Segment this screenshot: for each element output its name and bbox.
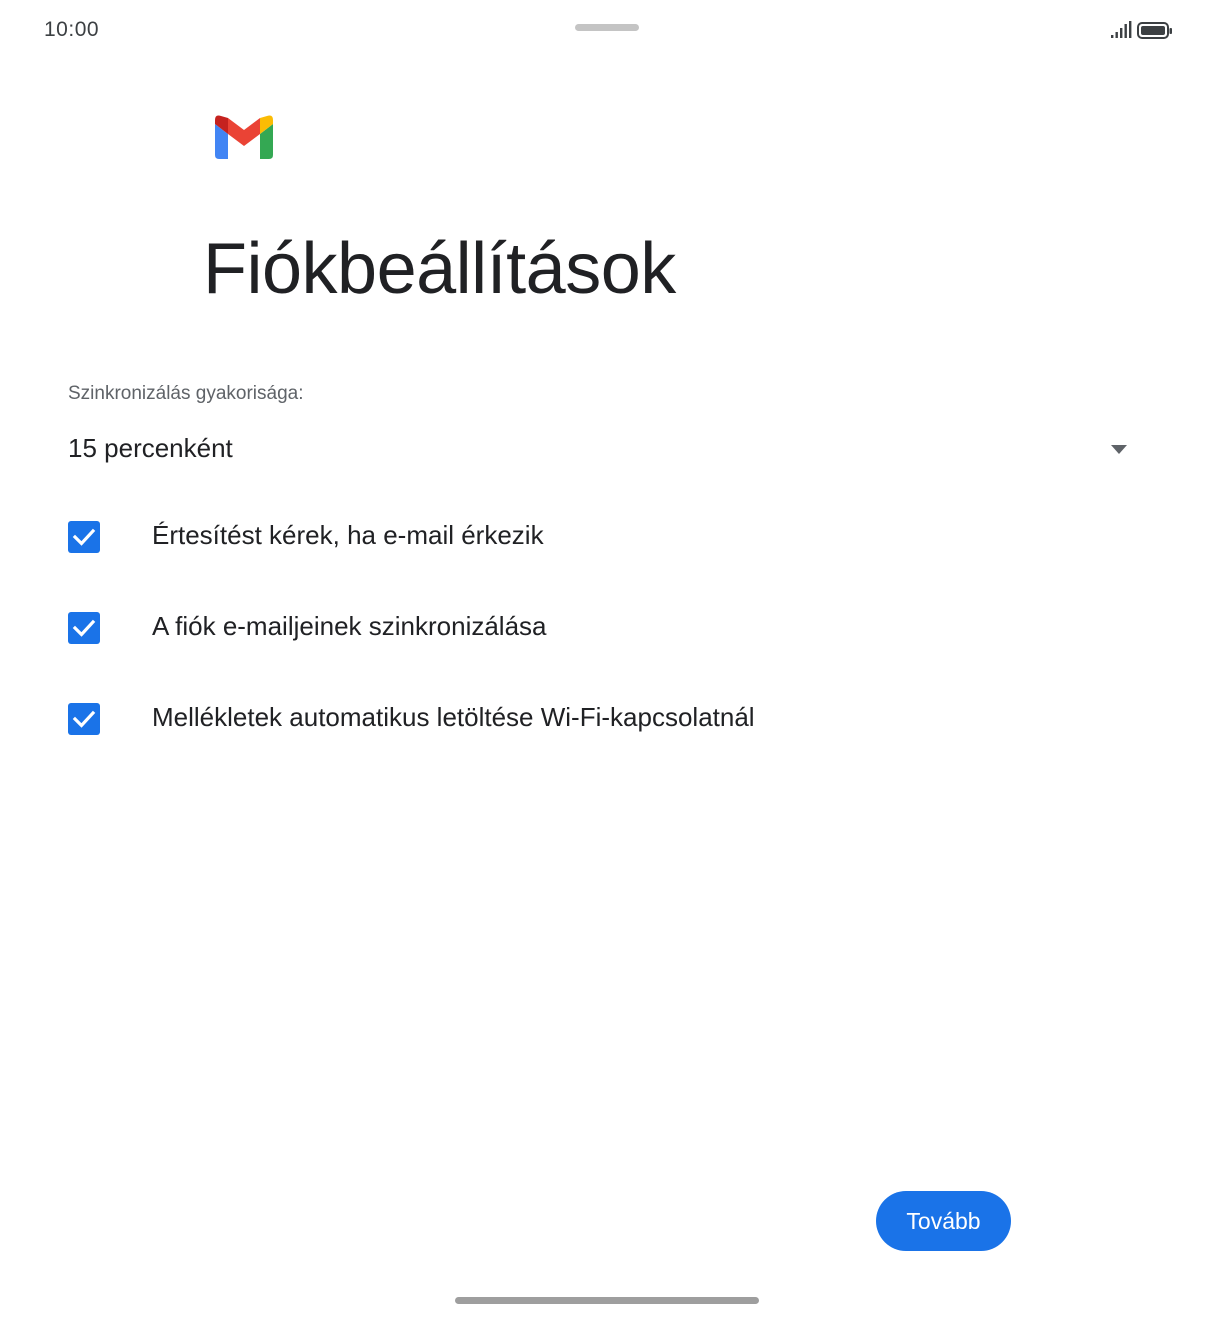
option-sync-account-mail[interactable]: A fiók e-mailjeinek szinkronizálása <box>68 606 1138 656</box>
checkmark-icon <box>72 710 96 728</box>
sync-frequency-label: Szinkronizálás gyakorisága: <box>68 383 304 404</box>
page-title: Fiókbeállítások <box>203 229 676 309</box>
option-notify-new-mail[interactable]: Értesítést kérek, ha e-mail érkezik <box>68 515 1138 565</box>
signal-icon <box>1111 21 1132 38</box>
battery-icon <box>1137 22 1172 39</box>
sync-frequency-dropdown[interactable]: 15 percenként <box>68 425 1138 475</box>
option-auto-download-attachments[interactable]: Mellékletek automatikus letöltése Wi-Fi-… <box>68 697 1138 747</box>
checkmark-icon <box>72 528 96 546</box>
home-indicator[interactable] <box>455 1297 759 1304</box>
gmail-logo <box>215 115 273 159</box>
option-label: Értesítést kérek, ha e-mail érkezik <box>152 520 544 550</box>
status-bar: 10:00 <box>0 0 1214 60</box>
sync-frequency-value: 15 percenként <box>68 433 233 463</box>
next-button[interactable]: Tovább <box>876 1191 1011 1251</box>
option-label: Mellékletek automatikus letöltése Wi-Fi-… <box>152 702 755 732</box>
checkbox-sync-account-mail[interactable] <box>68 612 100 644</box>
option-label: A fiók e-mailjeinek szinkronizálása <box>152 611 547 641</box>
top-handle <box>575 24 639 31</box>
checkmark-icon <box>72 619 96 637</box>
checkbox-notify-new-mail[interactable] <box>68 521 100 553</box>
status-time: 10:00 <box>44 18 100 41</box>
dropdown-arrow-icon <box>1111 445 1127 454</box>
checkbox-auto-download-attachments[interactable] <box>68 703 100 735</box>
